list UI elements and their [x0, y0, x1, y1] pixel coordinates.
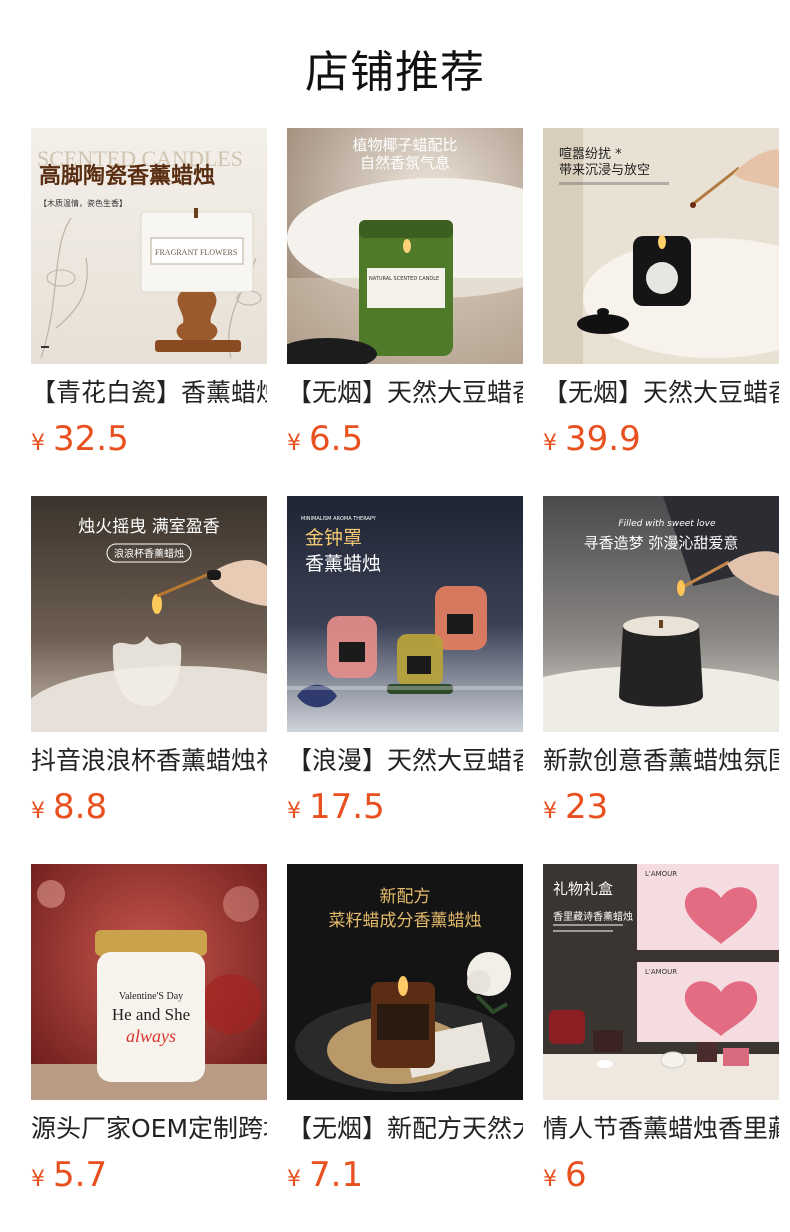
product-card[interactable]: 烛火摇曳 满室盈香 浪浪杯香薰蜡烛 抖音浪浪杯香薰蜡烛礼 ¥8.8	[31, 496, 267, 828]
product-card[interactable]: 植物椰子蜡配比 自然香氛气息 NATURAL SCENTED CANDLE 【无…	[287, 128, 523, 460]
product-price: ¥23	[543, 786, 779, 828]
product-image[interactable]: Filled with sweet love 寻香造梦 弥漫沁甜爱意	[543, 496, 779, 732]
product-price: ¥17.5	[287, 786, 523, 828]
product-image[interactable]: SCENTED CANDLES 高脚陶瓷香薰蜡烛 【木质温情，瓷色生香】 FRA…	[31, 128, 267, 364]
product-card[interactable]: 喧嚣纷扰 * 带来沉浸与放空 【无烟】天然大豆蜡香 ¥39.9	[543, 128, 779, 460]
image-text: always	[126, 1026, 176, 1046]
image-text: 喧嚣纷扰 *	[559, 147, 622, 162]
image-text: 礼物礼盒	[553, 880, 613, 898]
product-image[interactable]: 植物椰子蜡配比 自然香氛气息 NATURAL SCENTED CANDLE	[287, 128, 523, 364]
price-value: 39.9	[565, 419, 641, 459]
image-text: MINIMALISM AROMA THERAPY	[301, 516, 377, 522]
currency-symbol: ¥	[287, 799, 301, 824]
price-value: 6	[565, 1155, 587, 1195]
price-value: 17.5	[309, 787, 385, 827]
currency-symbol: ¥	[543, 1167, 557, 1192]
product-name[interactable]: 情人节香薰蜡烛香里藏	[543, 1114, 779, 1144]
product-card[interactable]: SCENTED CANDLES 高脚陶瓷香薰蜡烛 【木质温情，瓷色生香】 FRA…	[31, 128, 267, 460]
currency-symbol: ¥	[31, 799, 45, 824]
image-text: L'AMOUR	[645, 968, 677, 976]
product-price: ¥32.5	[31, 418, 267, 460]
price-value: 8.8	[53, 787, 108, 827]
image-text: NATURAL SCENTED CANDLE	[369, 276, 439, 282]
image-text: Filled with sweet love	[618, 519, 716, 529]
image-text: 香薰蜡烛	[305, 553, 381, 575]
product-card[interactable]: Filled with sweet love 寻香造梦 弥漫沁甜爱意 新款创意香…	[543, 496, 779, 828]
image-text: 新配方	[380, 887, 431, 907]
image-text: 浪浪杯香薰蜡烛	[114, 547, 184, 560]
price-value: 5.7	[53, 1155, 108, 1195]
product-image[interactable]: MINIMALISM AROMA THERAPY 金钟罩 香薰蜡烛	[287, 496, 523, 732]
image-text: 高脚陶瓷香薰蜡烛	[39, 163, 215, 189]
product-price: ¥6	[543, 1154, 779, 1196]
price-value: 7.1	[309, 1155, 364, 1195]
product-price: ¥7.1	[287, 1154, 523, 1196]
image-text: 植物椰子蜡配比	[352, 136, 457, 154]
image-text: 金钟罩	[305, 527, 362, 549]
image-text: He and She	[112, 1005, 190, 1024]
product-name[interactable]: 抖音浪浪杯香薰蜡烛礼	[31, 746, 267, 776]
product-image[interactable]: 喧嚣纷扰 * 带来沉浸与放空	[543, 128, 779, 364]
price-value: 32.5	[53, 419, 129, 459]
product-name[interactable]: 【无烟】天然大豆蜡香	[287, 378, 523, 408]
product-name[interactable]: 【浪漫】天然大豆蜡香	[287, 746, 523, 776]
product-name[interactable]: 【青花白瓷】香薰蜡烛	[31, 378, 267, 408]
product-price: ¥6.5	[287, 418, 523, 460]
product-name[interactable]: 新款创意香薰蜡烛氛围	[543, 746, 779, 776]
product-card[interactable]: 新配方 菜籽蜡成分香薰蜡烛 【无烟】新配方天然大 ¥7.1	[287, 864, 523, 1196]
image-text: 自然香氛气息	[360, 154, 450, 172]
page-title: 店铺推荐	[305, 47, 485, 98]
product-image[interactable]: Valentine'S Day He and She always	[31, 864, 267, 1100]
currency-symbol: ¥	[31, 431, 45, 456]
product-card[interactable]: MINIMALISM AROMA THERAPY 金钟罩 香薰蜡烛 【浪漫】天然…	[287, 496, 523, 828]
image-text: 【木质温情，瓷色生香】	[39, 198, 127, 208]
image-text: L'AMOUR	[645, 870, 677, 878]
currency-symbol: ¥	[543, 431, 557, 456]
image-text: 菜籽蜡成分香薰蜡烛	[329, 911, 482, 931]
price-value: 6.5	[309, 419, 364, 459]
product-card[interactable]: Valentine'S Day He and She always 源头厂家OE…	[31, 864, 267, 1196]
currency-symbol: ¥	[287, 1167, 301, 1192]
product-price: ¥8.8	[31, 786, 267, 828]
currency-symbol: ¥	[543, 799, 557, 824]
image-text: 香里藏诗香薰蜡烛	[553, 910, 633, 923]
currency-symbol: ¥	[31, 1167, 45, 1192]
image-text: Valentine'S Day	[119, 991, 183, 1002]
image-text: 寻香造梦 弥漫沁甜爱意	[584, 534, 739, 552]
product-card[interactable]: 礼物礼盒 香里藏诗香薰蜡烛 L'AMOUR L'AMOUR 情人节香薰蜡烛香里藏	[543, 864, 779, 1196]
product-price: ¥5.7	[31, 1154, 267, 1196]
image-text: FRAGRANT FLOWERS	[155, 248, 237, 257]
product-image[interactable]: 礼物礼盒 香里藏诗香薰蜡烛 L'AMOUR L'AMOUR	[543, 864, 779, 1100]
image-text: 烛火摇曳 满室盈香	[78, 517, 219, 537]
product-image[interactable]: 新配方 菜籽蜡成分香薰蜡烛	[287, 864, 523, 1100]
product-image[interactable]: 烛火摇曳 满室盈香 浪浪杯香薰蜡烛	[31, 496, 267, 732]
product-name[interactable]: 【无烟】新配方天然大	[287, 1114, 523, 1144]
product-name[interactable]: 源头厂家OEM定制跨境	[31, 1114, 267, 1144]
product-price: ¥39.9	[543, 418, 779, 460]
image-text: 带来沉浸与放空	[559, 163, 650, 178]
product-name[interactable]: 【无烟】天然大豆蜡香	[543, 378, 779, 408]
currency-symbol: ¥	[287, 431, 301, 456]
price-value: 23	[565, 787, 609, 827]
